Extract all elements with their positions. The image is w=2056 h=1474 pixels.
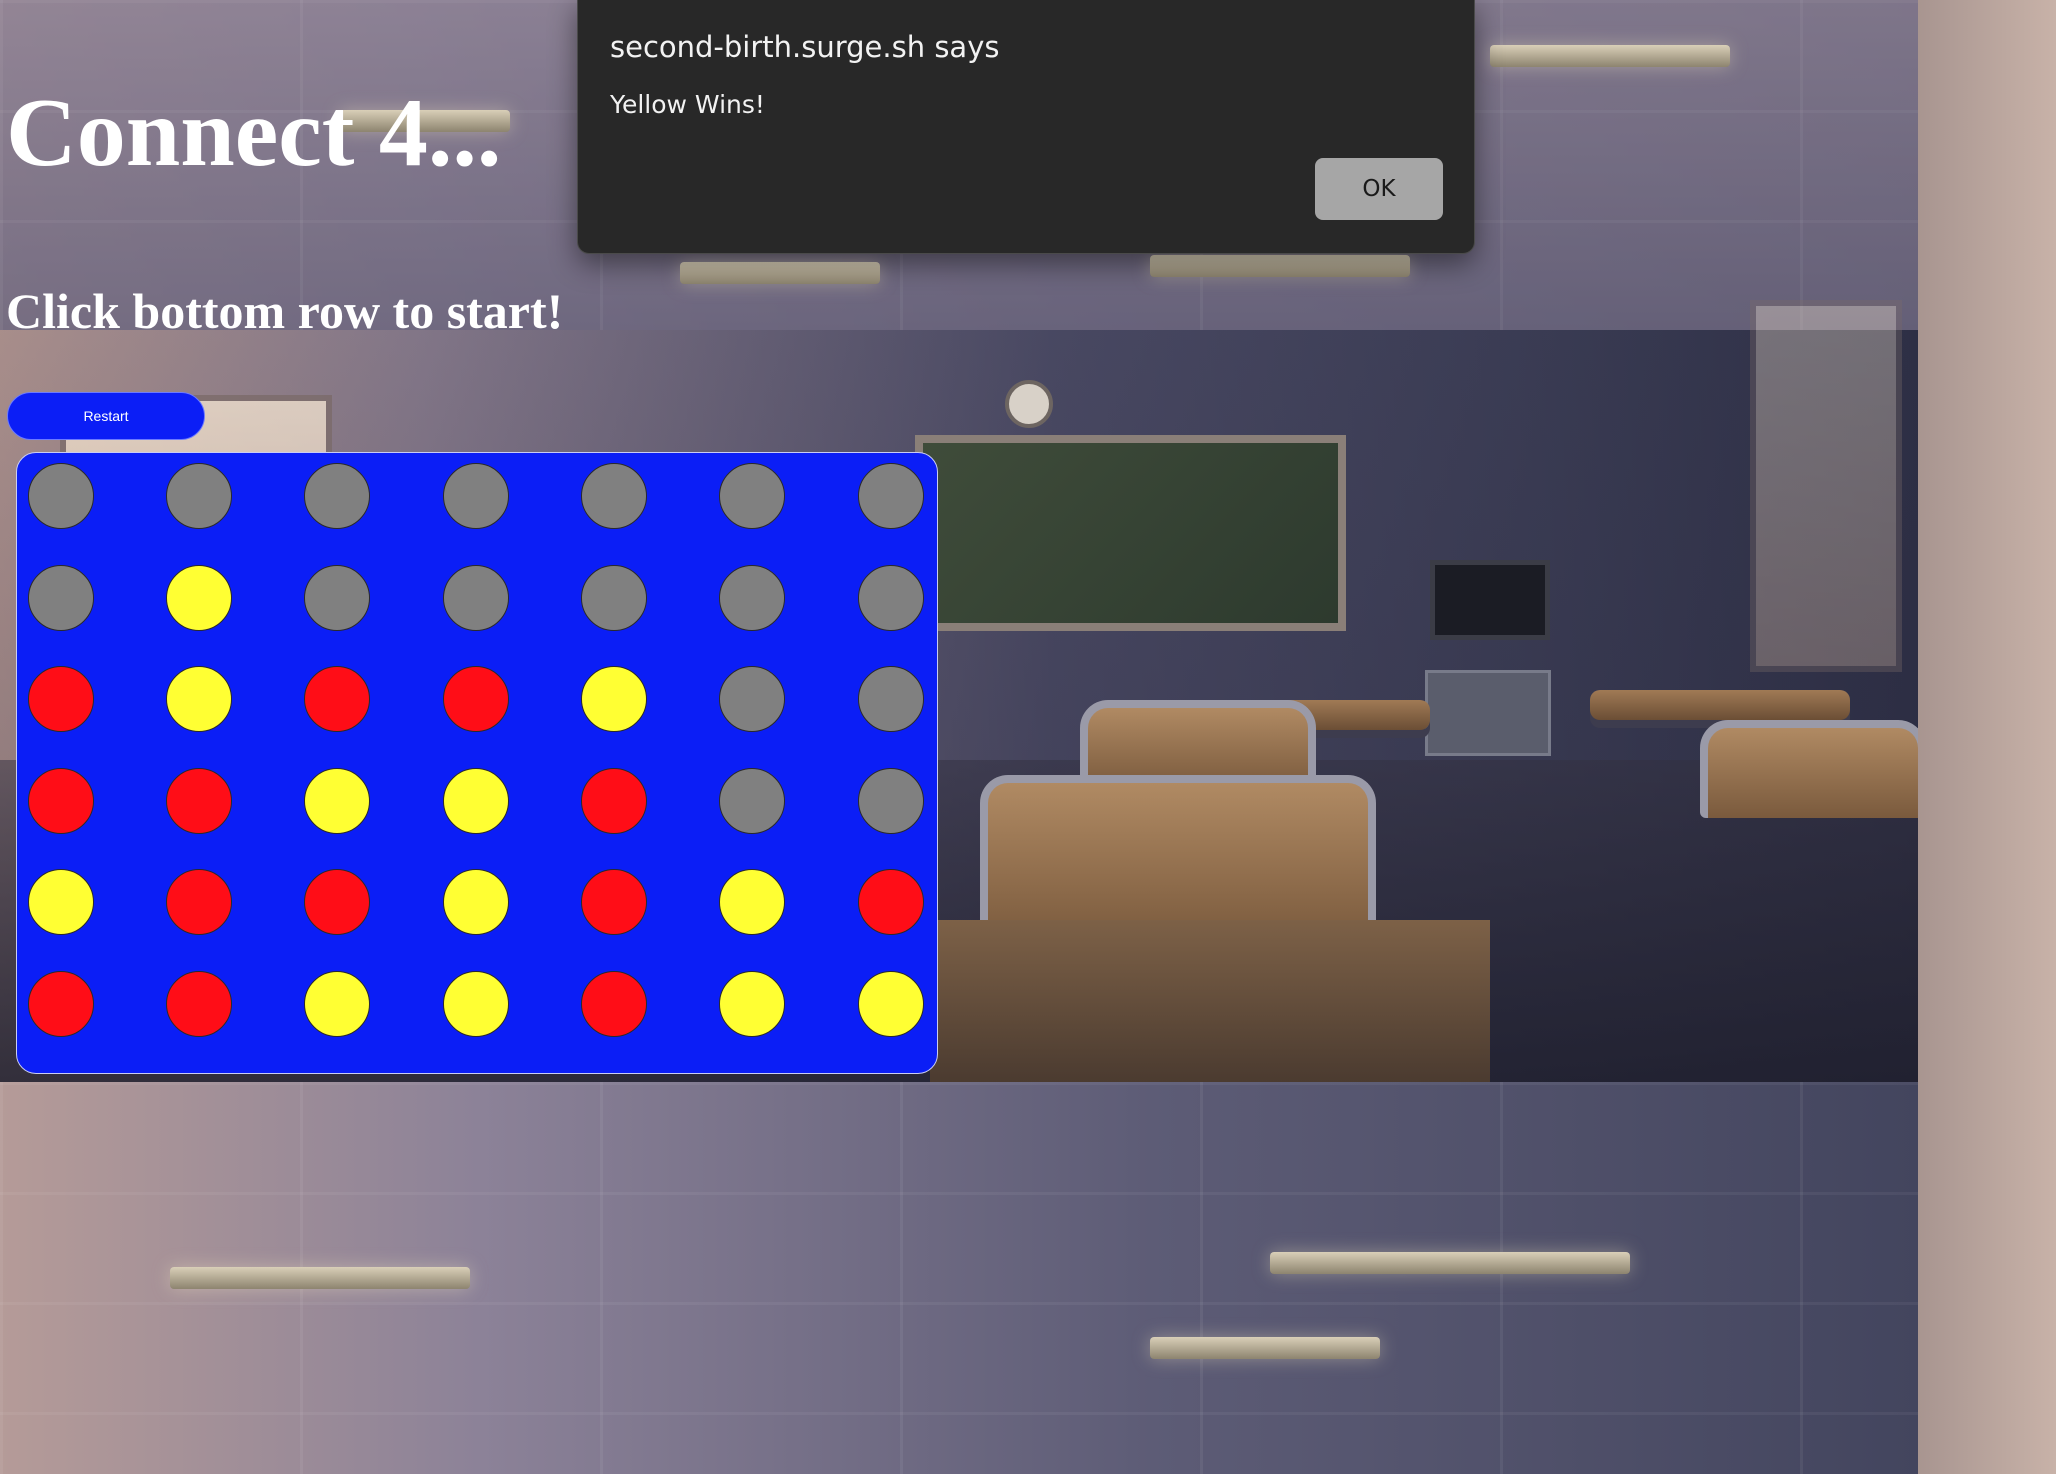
board-cell-r6-c2-red[interactable] — [166, 971, 232, 1037]
board-cell-r3-c7-empty[interactable] — [858, 666, 924, 732]
board-cell-r6-c6-yellow[interactable] — [719, 971, 785, 1037]
board-cell-r2-c7-empty[interactable] — [858, 565, 924, 631]
classroom-scene-tile-corner — [1918, 1082, 2056, 1474]
board-cell-r1-c6-empty[interactable] — [719, 463, 785, 529]
clock-icon — [1005, 380, 1053, 428]
board-cell-r5-c7-red[interactable] — [858, 869, 924, 935]
board-cell-r2-c5-empty[interactable] — [581, 565, 647, 631]
board-cell-r5-c5-red[interactable] — [581, 869, 647, 935]
board-cell-r6-c5-red[interactable] — [581, 971, 647, 1037]
board-cell-r2-c4-empty[interactable] — [443, 565, 509, 631]
board-cell-r4-c5-red[interactable] — [581, 768, 647, 834]
board-cell-r3-c2-yellow[interactable] — [166, 666, 232, 732]
classroom-scene-tile-bottom — [0, 1082, 1918, 1474]
board-cell-r6-c1-red[interactable] — [28, 971, 94, 1037]
board-cell-r2-c2-yellow[interactable] — [166, 565, 232, 631]
board-cell-r4-c7-empty[interactable] — [858, 768, 924, 834]
board-cell-r2-c6-empty[interactable] — [719, 565, 785, 631]
board-cell-r4-c3-yellow[interactable] — [304, 768, 370, 834]
game-board — [16, 452, 938, 1074]
board-cell-r6-c3-yellow[interactable] — [304, 971, 370, 1037]
board-cell-r1-c4-empty[interactable] — [443, 463, 509, 529]
board-cell-r4-c2-red[interactable] — [166, 768, 232, 834]
classroom-scene-tile-right — [1918, 0, 2056, 1082]
board-cell-r3-c1-red[interactable] — [28, 666, 94, 732]
board-cell-r6-c4-yellow[interactable] — [443, 971, 509, 1037]
dialog-message: Yellow Wins! — [610, 90, 765, 119]
board-cell-r5-c6-yellow[interactable] — [719, 869, 785, 935]
board-cell-r3-c5-yellow[interactable] — [581, 666, 647, 732]
ok-button[interactable]: OK — [1315, 158, 1443, 220]
board-cell-r2-c3-empty[interactable] — [304, 565, 370, 631]
board-cell-r1-c7-empty[interactable] — [858, 463, 924, 529]
restart-button[interactable]: Restart — [7, 392, 205, 440]
board-cell-r1-c5-empty[interactable] — [581, 463, 647, 529]
page-title: Connect 4... — [6, 79, 502, 187]
board-cell-r2-c1-empty[interactable] — [28, 565, 94, 631]
board-cell-r4-c1-red[interactable] — [28, 768, 94, 834]
board-cell-r6-c7-yellow[interactable] — [858, 971, 924, 1037]
board-cell-r5-c2-red[interactable] — [166, 869, 232, 935]
alert-dialog: second-birth.surge.sh says Yellow Wins! … — [577, 0, 1475, 254]
board-cell-r3-c3-red[interactable] — [304, 666, 370, 732]
board-cell-r1-c2-empty[interactable] — [166, 463, 232, 529]
television — [1430, 560, 1550, 640]
instructions-text: Click bottom row to start! — [6, 283, 564, 339]
board-cell-r5-c4-yellow[interactable] — [443, 869, 509, 935]
board-cell-r5-c1-yellow[interactable] — [28, 869, 94, 935]
board-cell-r5-c3-red[interactable] — [304, 869, 370, 935]
board-cell-r4-c4-yellow[interactable] — [443, 768, 509, 834]
board-cell-r3-c4-red[interactable] — [443, 666, 509, 732]
board-cell-r1-c3-empty[interactable] — [304, 463, 370, 529]
board-cell-r4-c6-empty[interactable] — [719, 768, 785, 834]
chalkboard — [915, 435, 1346, 631]
board-cell-r3-c6-empty[interactable] — [719, 666, 785, 732]
board-cell-r1-c1-empty[interactable] — [28, 463, 94, 529]
dialog-title: second-birth.surge.sh says — [610, 30, 1000, 64]
